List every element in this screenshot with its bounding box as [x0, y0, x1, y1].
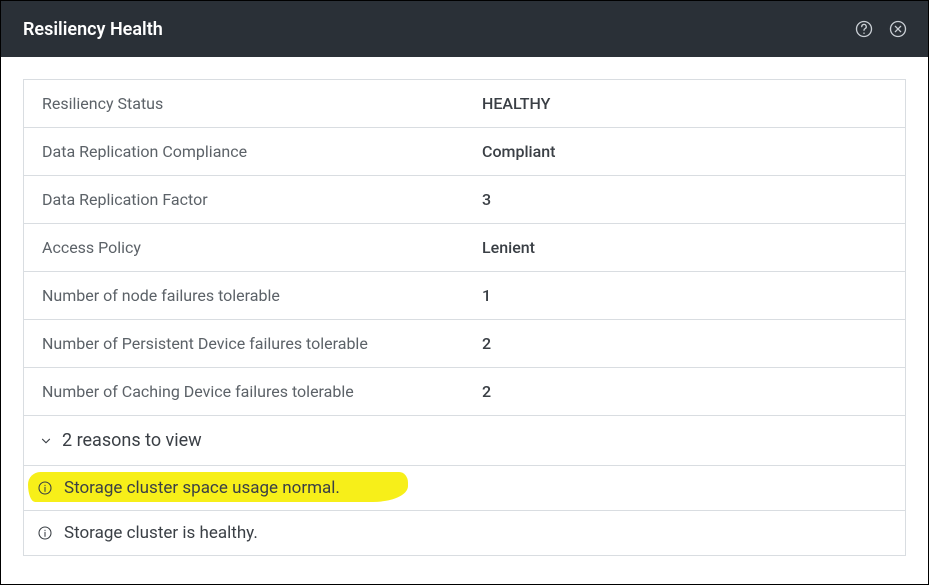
row-value: 2	[482, 382, 491, 401]
row-data-replication-factor: Data Replication Factor 3	[24, 176, 905, 224]
info-icon	[36, 479, 54, 497]
row-value: 3	[482, 190, 491, 209]
reason-text: Storage cluster is healthy.	[64, 523, 258, 543]
row-label: Access Policy	[42, 238, 482, 257]
reasons-expander[interactable]: 2 reasons to view	[24, 416, 905, 466]
resiliency-panel: Resiliency Status HEALTHY Data Replicati…	[23, 79, 906, 556]
row-persistent-device-failures-tolerable: Number of Persistent Device failures tol…	[24, 320, 905, 368]
row-label: Number of Caching Device failures tolera…	[42, 382, 482, 401]
reason-text: Storage cluster space usage normal.	[64, 478, 340, 498]
row-value: HEALTHY	[482, 94, 550, 113]
header-actions	[852, 17, 910, 41]
chevron-down-icon	[38, 433, 54, 449]
close-icon[interactable]	[886, 17, 910, 41]
dialog-title: Resiliency Health	[23, 19, 163, 40]
reasons-expander-label: 2 reasons to view	[62, 430, 202, 451]
reason-item: Storage cluster space usage normal.	[24, 466, 905, 511]
row-value: 1	[482, 286, 491, 305]
info-icon	[36, 524, 54, 542]
row-label: Data Replication Factor	[42, 190, 482, 209]
row-label: Number of node failures tolerable	[42, 286, 482, 305]
row-data-replication-compliance: Data Replication Compliance Compliant	[24, 128, 905, 176]
row-value: 2	[482, 334, 491, 353]
row-label: Number of Persistent Device failures tol…	[42, 334, 482, 353]
row-value: Compliant	[482, 142, 555, 161]
help-icon[interactable]	[852, 17, 876, 41]
row-label: Data Replication Compliance	[42, 142, 482, 161]
row-node-failures-tolerable: Number of node failures tolerable 1	[24, 272, 905, 320]
reason-item: Storage cluster is healthy.	[24, 511, 905, 555]
row-caching-device-failures-tolerable: Number of Caching Device failures tolera…	[24, 368, 905, 416]
row-label: Resiliency Status	[42, 94, 482, 113]
row-value: Lenient	[482, 238, 535, 257]
dialog-content: Resiliency Status HEALTHY Data Replicati…	[1, 57, 928, 574]
row-access-policy: Access Policy Lenient	[24, 224, 905, 272]
dialog-header: Resiliency Health	[1, 1, 928, 57]
row-resiliency-status: Resiliency Status HEALTHY	[24, 80, 905, 128]
